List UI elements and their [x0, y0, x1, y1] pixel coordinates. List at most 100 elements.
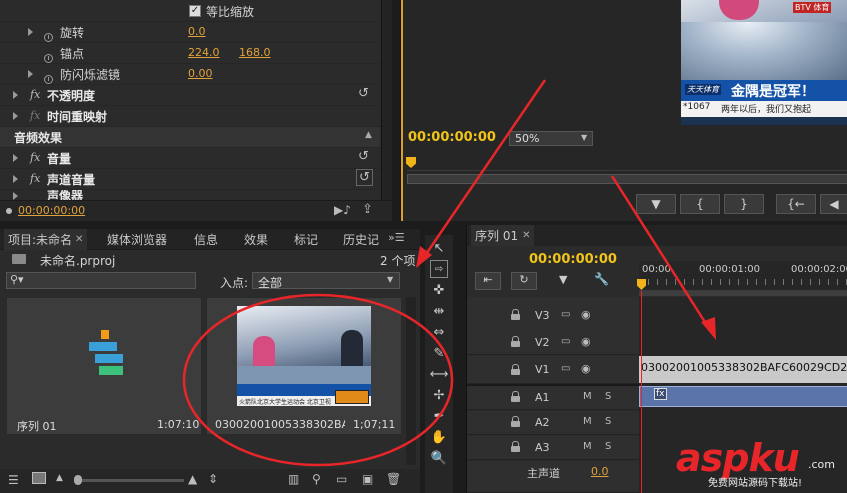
close-icon[interactable]: ✕ [522, 230, 530, 241]
expand-triangle-icon[interactable] [13, 154, 18, 162]
film-icon[interactable]: ▭ [561, 363, 570, 374]
lock-icon[interactable] [511, 441, 520, 452]
mute-toggle[interactable]: M [583, 391, 592, 402]
expand-triangle-icon[interactable] [13, 112, 18, 120]
channel-volume-row[interactable]: fx 声道音量 ↺ [0, 169, 380, 190]
project-item-clip[interactable]: 火箭队北京大学生运动会 北京卫视 030020010053383​02BAF..… [206, 297, 402, 435]
eye-icon[interactable]: ◉ [581, 335, 591, 348]
sort-icon[interactable]: ⇕ [208, 472, 218, 486]
anchor-y-value[interactable]: 168.0 [239, 46, 271, 59]
lock-icon[interactable] [511, 416, 520, 427]
film-icon[interactable]: ▭ [561, 309, 570, 320]
add-marker-button[interactable]: ▼ [636, 194, 676, 214]
mark-in-button[interactable]: { [680, 194, 720, 214]
project-scrollbar[interactable] [406, 297, 416, 465]
v1-clip[interactable]: 030020010053383​02BAFC60029CD26ED28 [639, 356, 847, 383]
new-bin-icon[interactable]: ▭ [336, 472, 347, 486]
volume-row[interactable]: fx 音量 ↺ [0, 148, 380, 169]
solo-toggle[interactable]: S [605, 416, 611, 427]
lock-icon[interactable] [511, 336, 520, 347]
lock-icon[interactable] [511, 391, 520, 402]
mute-toggle[interactable]: M [583, 441, 592, 452]
snap-button[interactable]: ⇤ [475, 272, 501, 290]
collapse-arrow-icon[interactable]: ▲ [365, 130, 372, 140]
timeline-ruler[interactable]: 00:00 00:00:01:00 00:00:02:00 [639, 261, 847, 291]
ripple-edit-tool-icon[interactable]: ✜ [430, 281, 448, 299]
work-area-bar[interactable] [639, 291, 847, 296]
reset-icon[interactable]: ↺ [358, 149, 369, 164]
inpoint-select[interactable]: 全部 ▼ [252, 272, 400, 290]
monitor-time-ruler[interactable] [407, 157, 847, 171]
mark-out-button[interactable]: } [724, 194, 764, 214]
search-icon[interactable]: ⚲▾ [10, 273, 24, 286]
pen-tool-icon[interactable]: ✒ [430, 407, 448, 425]
play-audio-icon[interactable]: ▶♪ [334, 203, 351, 217]
effect-controls-timecode[interactable]: 00:00:00:00 [18, 204, 85, 217]
search-input[interactable]: ⚲▾ [6, 272, 196, 289]
list-view-icon[interactable]: ☰ [8, 473, 19, 487]
step-back-button[interactable]: ◀ [820, 194, 847, 214]
automate-icon[interactable]: ▥ [288, 472, 299, 486]
expand-triangle-icon[interactable] [13, 175, 18, 183]
reset-icon[interactable]: ↺ [358, 86, 369, 101]
expand-triangle-icon[interactable] [28, 70, 33, 78]
track-select-tool-icon[interactable]: ⇨ [430, 260, 448, 278]
anchor-x-value[interactable]: 224.0 [188, 46, 220, 59]
tab-sequence[interactable]: 序列 01 ✕ [471, 225, 535, 246]
zoom-large-icon[interactable]: ▲ [188, 472, 197, 486]
tab-project[interactable]: 项目:未命名 ✕ [4, 229, 88, 250]
rotation-value[interactable]: 0.0 [188, 25, 206, 38]
go-to-in-button[interactable]: {← [776, 194, 816, 214]
new-item-icon[interactable]: ▣ [362, 472, 373, 486]
add-marker-icon[interactable]: ▼ [559, 273, 567, 286]
delete-icon[interactable]: 🗑 [386, 472, 401, 486]
solo-toggle[interactable]: S [605, 391, 611, 402]
tab-effects[interactable]: 效果 [244, 229, 268, 249]
tab-info[interactable]: 信息 [194, 229, 218, 249]
lock-icon[interactable] [511, 309, 520, 320]
zoom-select[interactable]: 50% ▼ [509, 131, 593, 146]
mute-toggle[interactable]: M [583, 416, 592, 427]
export-icon[interactable]: ⇪ [362, 202, 373, 217]
eye-icon[interactable]: ◉ [581, 308, 591, 321]
solo-toggle[interactable]: S [605, 441, 611, 452]
monitor-timecode[interactable]: 00:00:00:00 [408, 130, 496, 145]
a1-clip[interactable]: fx [639, 386, 847, 407]
project-item-sequence[interactable]: 序列 01 1:07:10 [6, 297, 202, 435]
find-icon[interactable]: ⚲ [312, 472, 321, 486]
panner-row[interactable]: 声像器 [0, 190, 380, 200]
eye-icon[interactable]: ◉ [581, 362, 591, 375]
rolling-edit-tool-icon[interactable]: ⇹ [430, 302, 448, 320]
wrench-icon[interactable]: 🔧 [594, 272, 609, 286]
stopwatch-icon[interactable] [44, 53, 53, 63]
tab-media-browser[interactable]: 媒体浏览器 [107, 229, 167, 249]
panel-menu-icon[interactable]: »☰ [388, 231, 405, 244]
expand-triangle-icon[interactable] [13, 91, 18, 99]
slip-tool-icon[interactable]: ⟷ [430, 365, 449, 383]
monitor-scroll-bar[interactable] [407, 174, 847, 184]
tab-markers[interactable]: 标记 [294, 229, 318, 249]
rate-stretch-tool-icon[interactable]: ⇔ [430, 323, 448, 341]
selection-tool-icon[interactable]: ↖ [430, 239, 448, 257]
slide-tool-icon[interactable]: ✢ [430, 386, 448, 404]
stopwatch-icon[interactable] [44, 32, 53, 42]
razor-tool-icon[interactable]: ✎ [430, 344, 448, 362]
timeline-timecode[interactable]: 00:00:00:00 [529, 252, 617, 267]
linked-selection-button[interactable]: ↻ [511, 272, 537, 290]
zoom-small-icon[interactable]: ▲ [56, 473, 63, 483]
expand-triangle-icon[interactable] [28, 28, 33, 36]
effect-controls-scrollbar[interactable] [382, 0, 392, 200]
uniform-scale-checkbox[interactable]: ✓ [189, 5, 201, 17]
time-remap-row[interactable]: fx 时间重映射 [0, 106, 380, 127]
stopwatch-icon[interactable] [44, 74, 53, 84]
icon-view-icon[interactable] [32, 472, 46, 484]
close-icon[interactable]: ✕ [75, 234, 83, 245]
thumb-zoom-slider-handle[interactable] [74, 475, 82, 485]
thumb-zoom-slider[interactable] [74, 475, 184, 485]
tab-history[interactable]: 历史记 [343, 229, 379, 249]
hand-tool-icon[interactable]: ✋ [430, 428, 448, 446]
film-icon[interactable]: ▭ [561, 336, 570, 347]
zoom-tool-icon[interactable]: 🔍 [430, 449, 448, 467]
expand-triangle-icon[interactable] [13, 192, 18, 200]
master-track-value[interactable]: 0.0 [591, 465, 609, 478]
